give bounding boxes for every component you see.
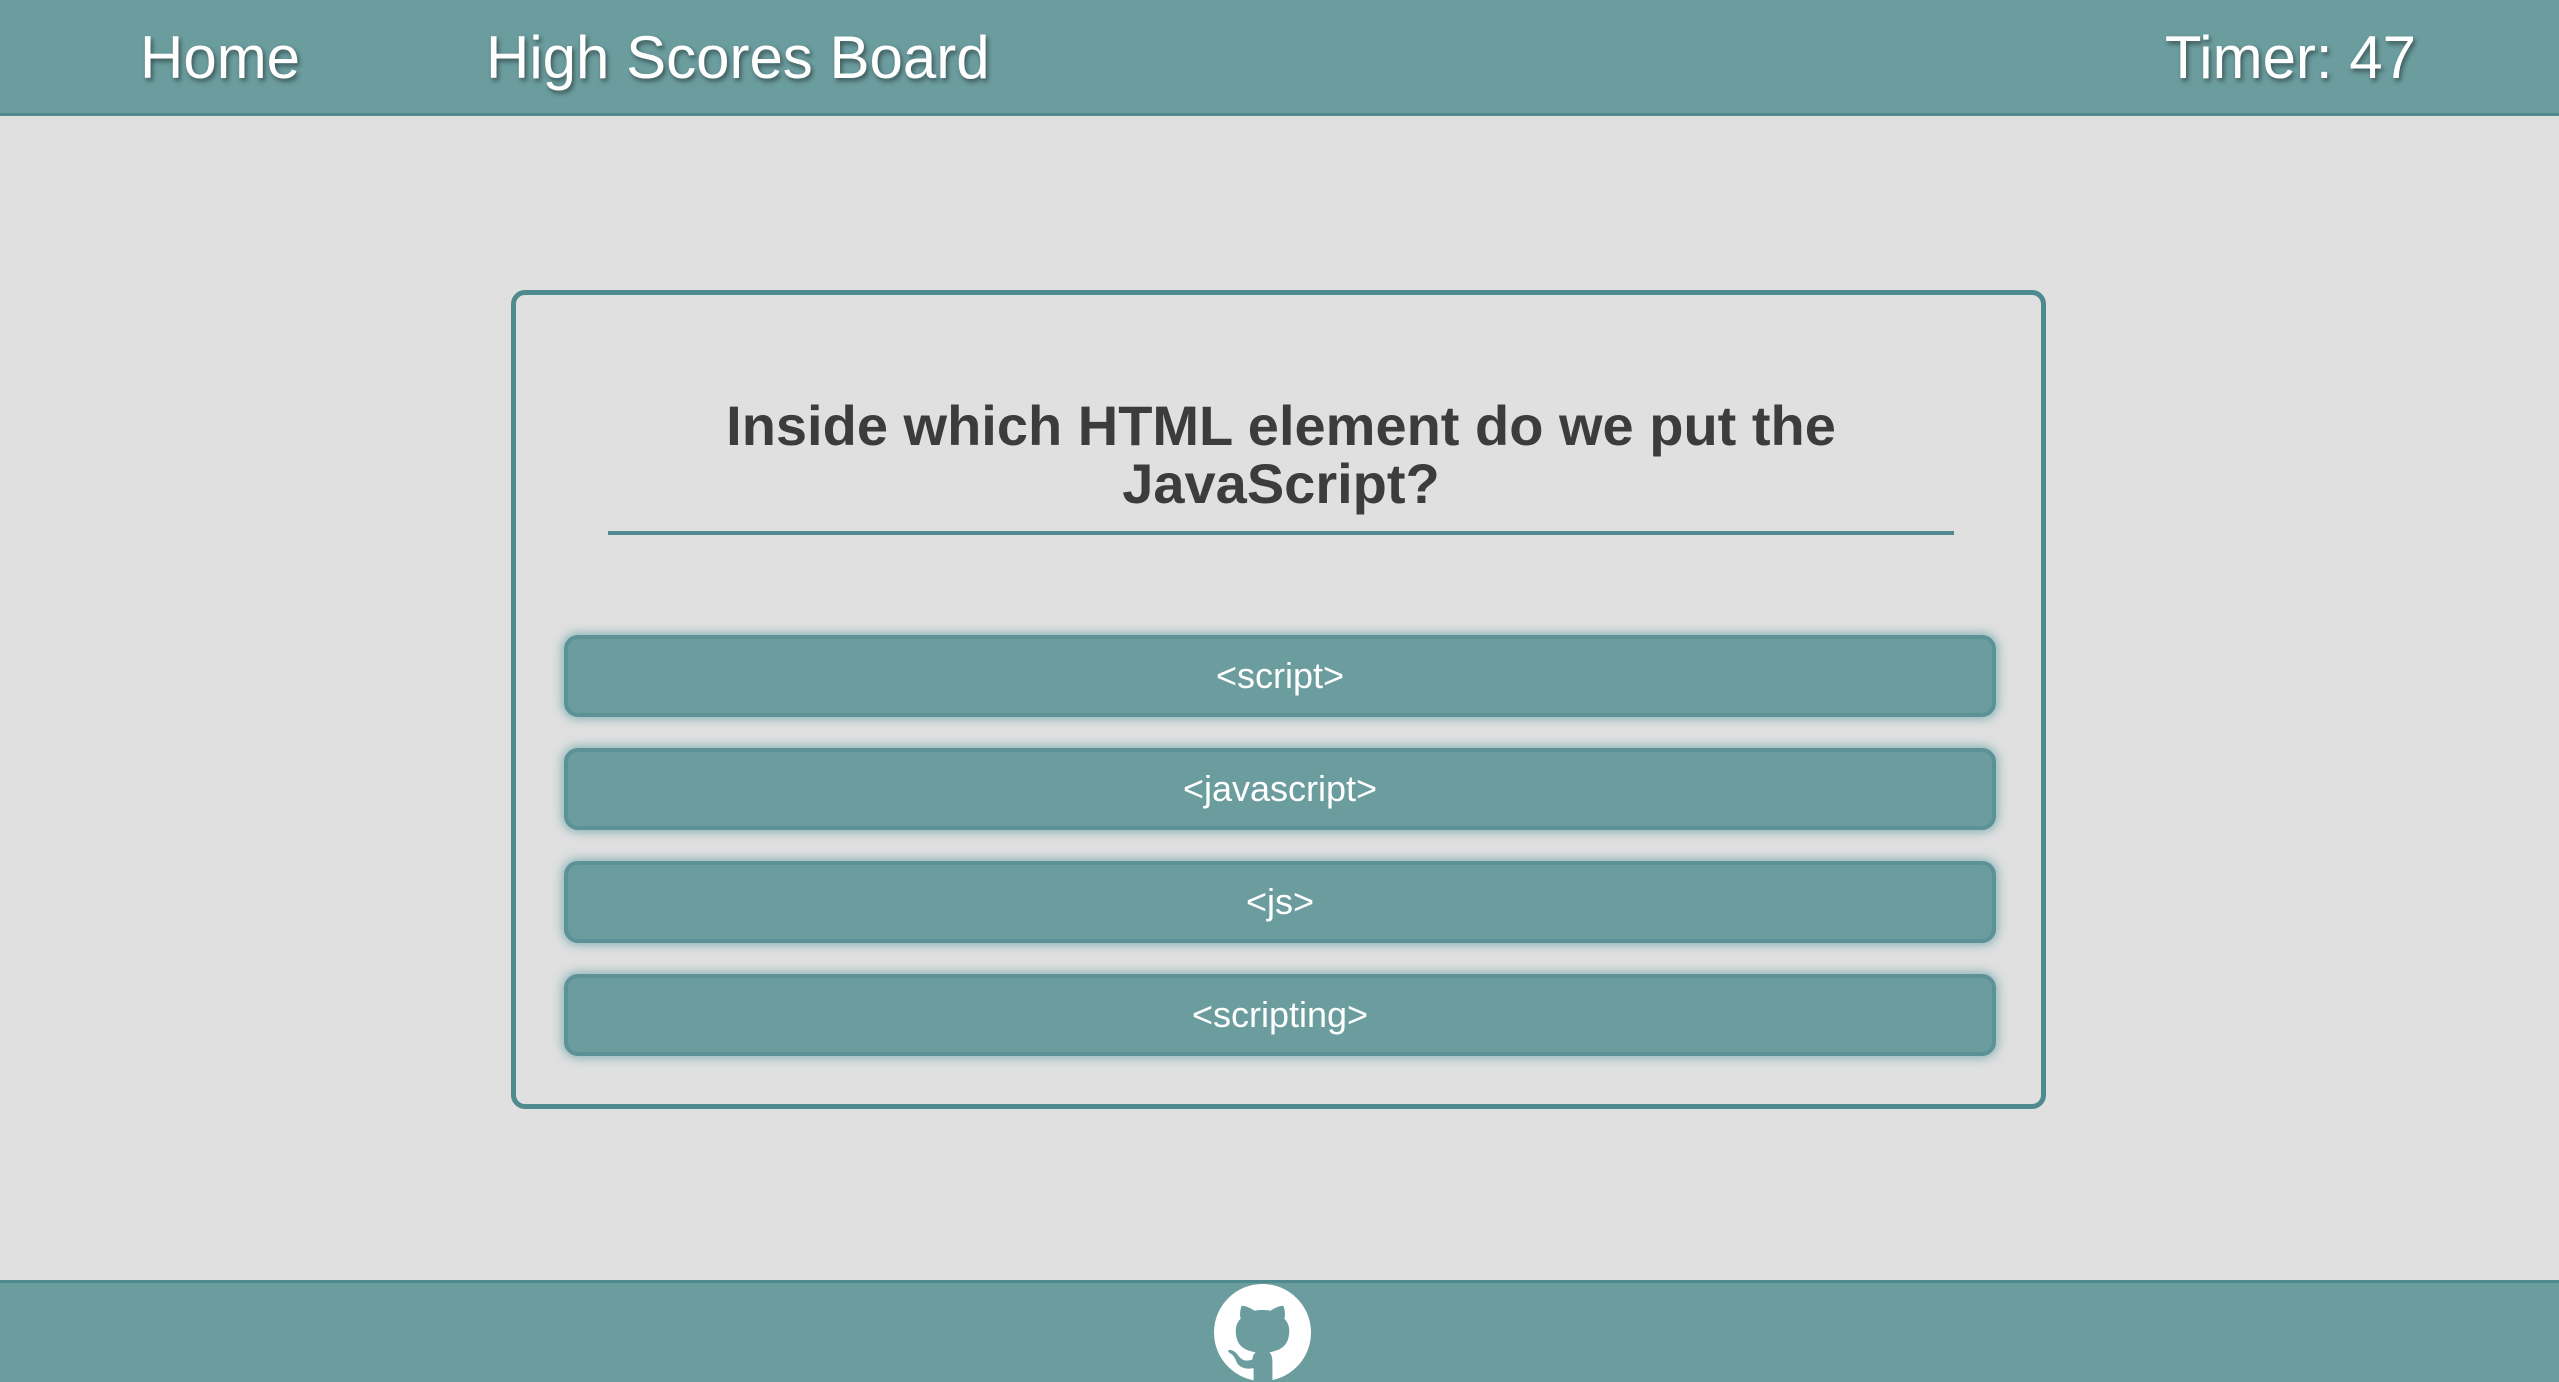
answer-button-2[interactable]: <javascript> [564,748,1996,830]
quiz-card: Inside which HTML element do we put the … [511,290,2046,1109]
answer-button-4[interactable]: <scripting> [564,974,1996,1056]
home-link[interactable]: Home [140,20,300,96]
question-text: Inside which HTML element do we put the … [726,394,1836,515]
answer-button-1[interactable]: <script> [564,635,1996,717]
top-navbar: Home High Scores Board Timer: 47 [0,0,2559,116]
github-icon [1213,1283,1312,1382]
answer-list: <script> <javascript> <js> <scripting> [564,635,1996,1087]
github-link[interactable] [1213,1283,1312,1382]
timer-display: Timer: 47 [2164,24,2416,91]
question-divider [608,531,1954,535]
answer-button-3[interactable]: <js> [564,861,1996,943]
high-scores-link[interactable]: High Scores Board [486,20,990,96]
